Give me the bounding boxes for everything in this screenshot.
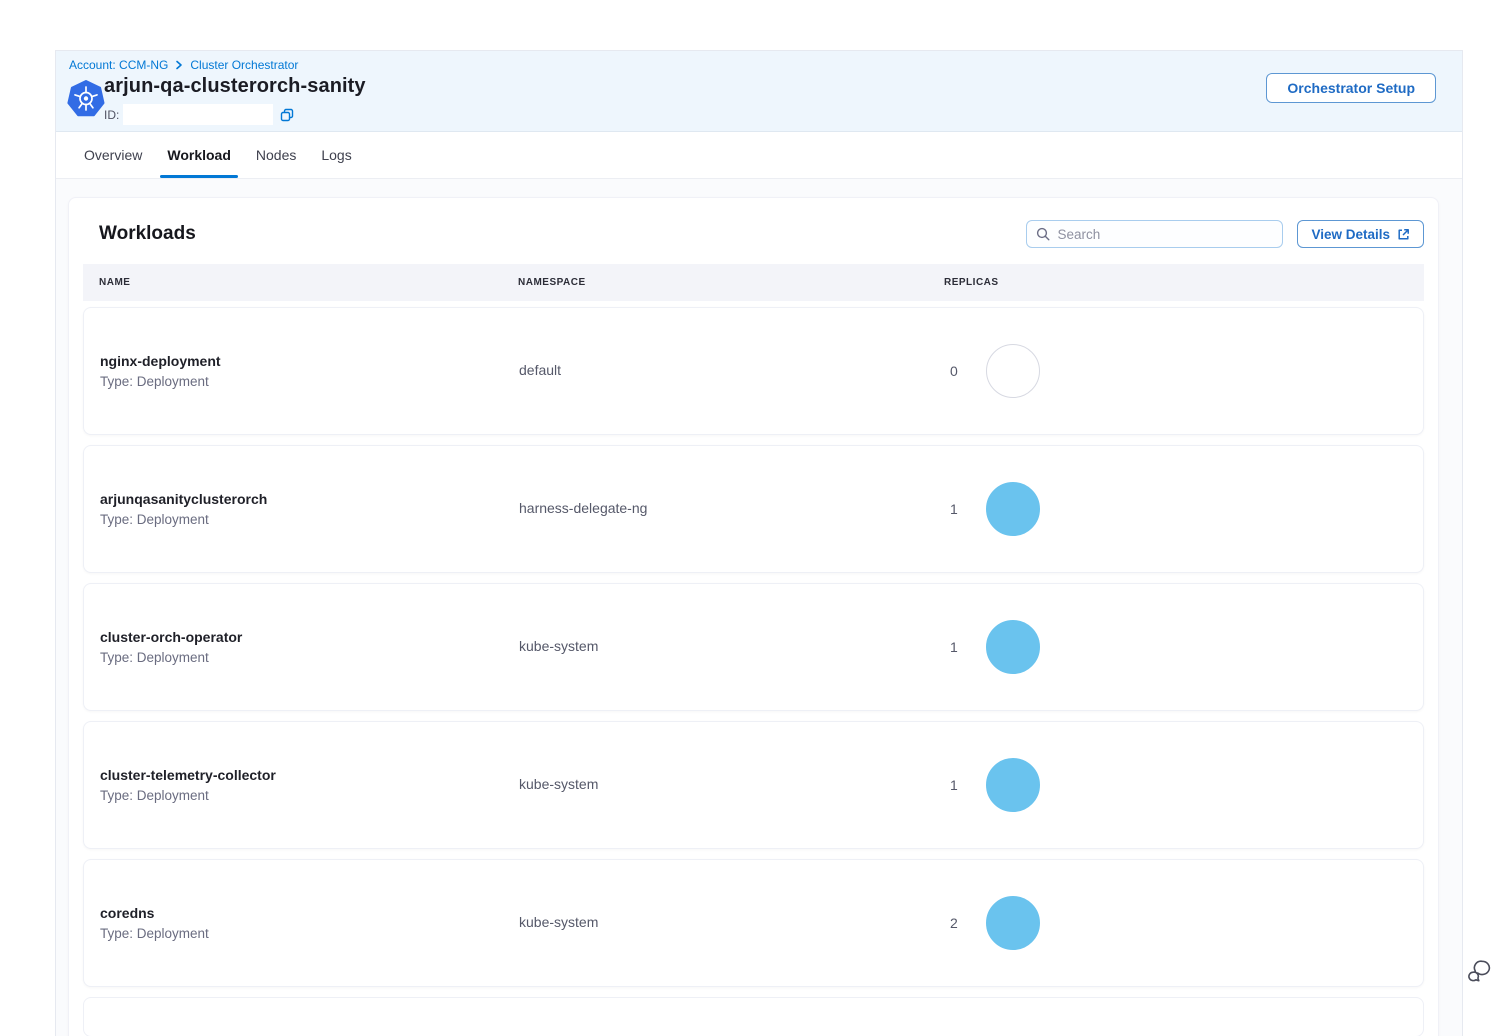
replica-circle — [986, 896, 1040, 950]
workload-name: cluster-telemetry-collector — [100, 767, 519, 783]
tab-logs[interactable]: Logs — [321, 132, 351, 178]
workload-rows: nginx-deployment Type: Deployment defaul… — [83, 307, 1424, 987]
content-area: Workloads View Details — [56, 179, 1462, 1036]
workload-namespace: kube-system — [519, 638, 598, 654]
cluster-id-value-redacted — [123, 104, 273, 125]
cluster-orchestrator-panel: Account: CCM-NG Cluster Orchestrator — [55, 50, 1463, 1036]
view-details-button[interactable]: View Details — [1297, 220, 1424, 248]
workload-name: cluster-orch-operator — [100, 629, 519, 645]
page-header: Account: CCM-NG Cluster Orchestrator — [56, 51, 1462, 132]
workload-type: Type: Deployment — [100, 374, 519, 389]
column-header-replicas: REPLICAS — [944, 277, 1424, 288]
search-input[interactable] — [1057, 227, 1273, 242]
workload-namespace: harness-delegate-ng — [519, 500, 647, 516]
replica-circle — [986, 344, 1040, 398]
copy-icon[interactable] — [280, 108, 294, 122]
workloads-card: Workloads View Details — [68, 197, 1439, 1036]
replica-circle — [986, 482, 1040, 536]
workload-type: Type: Deployment — [100, 926, 519, 941]
workload-name: coredns — [100, 905, 519, 921]
table-row[interactable]: coredns Type: Deployment kube-system 2 — [83, 859, 1424, 987]
chat-bubbles-icon[interactable] — [1464, 958, 1492, 986]
column-header-name: NAME — [83, 277, 518, 288]
workload-namespace: default — [519, 362, 561, 378]
table-row-partial[interactable] — [83, 997, 1424, 1036]
tab-workload[interactable]: Workload — [167, 132, 231, 178]
orchestrator-setup-button[interactable]: Orchestrator Setup — [1266, 73, 1436, 103]
tab-overview[interactable]: Overview — [84, 132, 142, 178]
workload-type: Type: Deployment — [100, 788, 519, 803]
table-header: NAME NAMESPACE REPLICAS — [83, 264, 1424, 301]
tab-nodes[interactable]: Nodes — [256, 132, 296, 178]
kubernetes-icon — [67, 80, 105, 118]
workload-type: Type: Deployment — [100, 512, 519, 527]
workload-namespace: kube-system — [519, 776, 598, 792]
column-header-namespace: NAMESPACE — [518, 277, 944, 288]
table-row[interactable]: nginx-deployment Type: Deployment defaul… — [83, 307, 1424, 435]
replica-count: 1 — [945, 639, 958, 655]
table-row[interactable]: arjunqasanityclusterorch Type: Deploymen… — [83, 445, 1424, 573]
workload-type: Type: Deployment — [100, 650, 519, 665]
chevron-right-icon — [175, 60, 183, 70]
tab-bar: Overview Workload Nodes Logs — [56, 132, 1462, 179]
replica-circle — [986, 758, 1040, 812]
workload-name: nginx-deployment — [100, 353, 519, 369]
workload-name: arjunqasanityclusterorch — [100, 491, 519, 507]
external-link-icon — [1397, 228, 1410, 241]
replica-count: 1 — [945, 501, 958, 517]
workloads-search[interactable] — [1026, 220, 1283, 248]
cluster-id-row: ID: — [104, 104, 294, 125]
view-details-label: View Details — [1311, 227, 1390, 242]
table-row[interactable]: cluster-orch-operator Type: Deployment k… — [83, 583, 1424, 711]
workload-namespace: kube-system — [519, 914, 598, 930]
workloads-title: Workloads — [99, 223, 1026, 245]
breadcrumb: Account: CCM-NG Cluster Orchestrator — [69, 58, 298, 72]
breadcrumb-page-link[interactable]: Cluster Orchestrator — [190, 58, 298, 72]
replica-count: 2 — [945, 915, 958, 931]
cluster-id-label: ID: — [104, 108, 119, 122]
search-icon — [1036, 227, 1050, 241]
replica-circle — [986, 620, 1040, 674]
breadcrumb-account-link[interactable]: Account: CCM-NG — [69, 58, 168, 72]
page-title: arjun-qa-clusterorch-sanity — [104, 75, 366, 98]
replica-count: 1 — [945, 777, 958, 793]
table-row[interactable]: cluster-telemetry-collector Type: Deploy… — [83, 721, 1424, 849]
replica-count: 0 — [945, 363, 958, 379]
workloads-card-header: Workloads View Details — [69, 198, 1438, 264]
